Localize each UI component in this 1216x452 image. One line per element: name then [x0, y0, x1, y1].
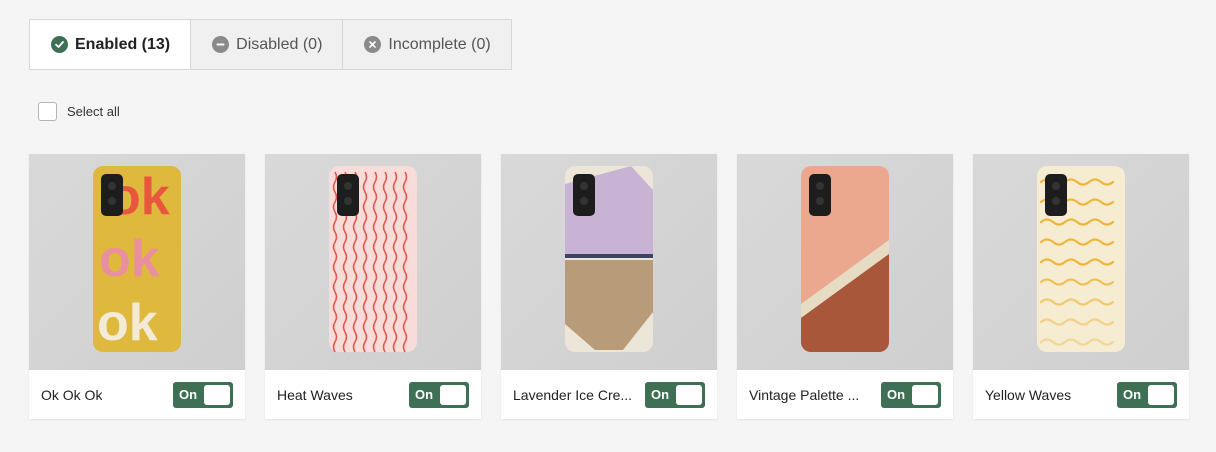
- svg-text:ok: ok: [99, 230, 160, 288]
- product-footer: Heat Waves On: [265, 370, 481, 419]
- toggle-label: On: [179, 387, 198, 402]
- product-title[interactable]: Vintage Palette ...: [749, 387, 859, 403]
- product-image[interactable]: [265, 154, 481, 370]
- product-title[interactable]: Lavender Ice Cre...: [513, 387, 632, 403]
- status-tabs: Enabled (13) Disabled (0) Incomplete (0): [29, 19, 512, 70]
- svg-text:ok: ok: [97, 294, 158, 352]
- check-circle-icon: [51, 36, 68, 53]
- toggle-knob: [1148, 384, 1174, 405]
- tab-enabled[interactable]: Enabled (13): [29, 19, 192, 70]
- enable-toggle[interactable]: On: [645, 381, 705, 408]
- tab-disabled[interactable]: Disabled (0): [191, 20, 344, 69]
- toggle-label: On: [415, 387, 434, 402]
- product-footer: Ok Ok Ok On: [29, 370, 245, 419]
- product-card[interactable]: Vintage Palette ... On: [737, 154, 953, 419]
- select-all-checkbox[interactable]: [38, 102, 57, 121]
- tab-incomplete[interactable]: Incomplete (0): [343, 20, 510, 69]
- toggle-label: On: [651, 387, 670, 402]
- enable-toggle[interactable]: On: [1117, 381, 1177, 408]
- select-all-label[interactable]: Select all: [67, 104, 120, 119]
- toggle-knob: [440, 384, 466, 405]
- product-card[interactable]: Lavender Ice Cre... On: [501, 154, 717, 419]
- product-image[interactable]: ok ok ok: [29, 154, 245, 370]
- tab-disabled-label: Disabled (0): [236, 35, 323, 53]
- enable-toggle[interactable]: On: [409, 381, 469, 408]
- toggle-knob: [204, 384, 230, 405]
- enable-toggle[interactable]: On: [173, 381, 233, 408]
- toggle-label: On: [887, 387, 906, 402]
- minus-circle-icon: [212, 36, 230, 53]
- toggle-knob: [912, 384, 938, 405]
- product-card[interactable]: Heat Waves On: [265, 154, 481, 419]
- product-title[interactable]: Heat Waves: [277, 387, 353, 403]
- product-title[interactable]: Ok Ok Ok: [41, 387, 102, 403]
- product-image[interactable]: [737, 154, 953, 370]
- product-footer: Lavender Ice Cre... On: [501, 370, 717, 419]
- tab-incomplete-label: Incomplete (0): [388, 35, 491, 53]
- product-card[interactable]: Yellow Waves On: [973, 154, 1189, 419]
- toggle-label: On: [1123, 387, 1142, 402]
- product-footer: Yellow Waves On: [973, 370, 1189, 419]
- select-all: Select all: [38, 102, 120, 121]
- toggle-knob: [676, 384, 702, 405]
- product-card[interactable]: ok ok ok Ok Ok Ok On: [29, 154, 245, 419]
- tab-enabled-label: Enabled (13): [75, 35, 171, 53]
- product-image[interactable]: [501, 154, 717, 370]
- product-footer: Vintage Palette ... On: [737, 370, 953, 419]
- product-image[interactable]: [973, 154, 1189, 370]
- x-circle-icon: [364, 36, 382, 53]
- product-title[interactable]: Yellow Waves: [985, 387, 1071, 403]
- enable-toggle[interactable]: On: [881, 381, 941, 408]
